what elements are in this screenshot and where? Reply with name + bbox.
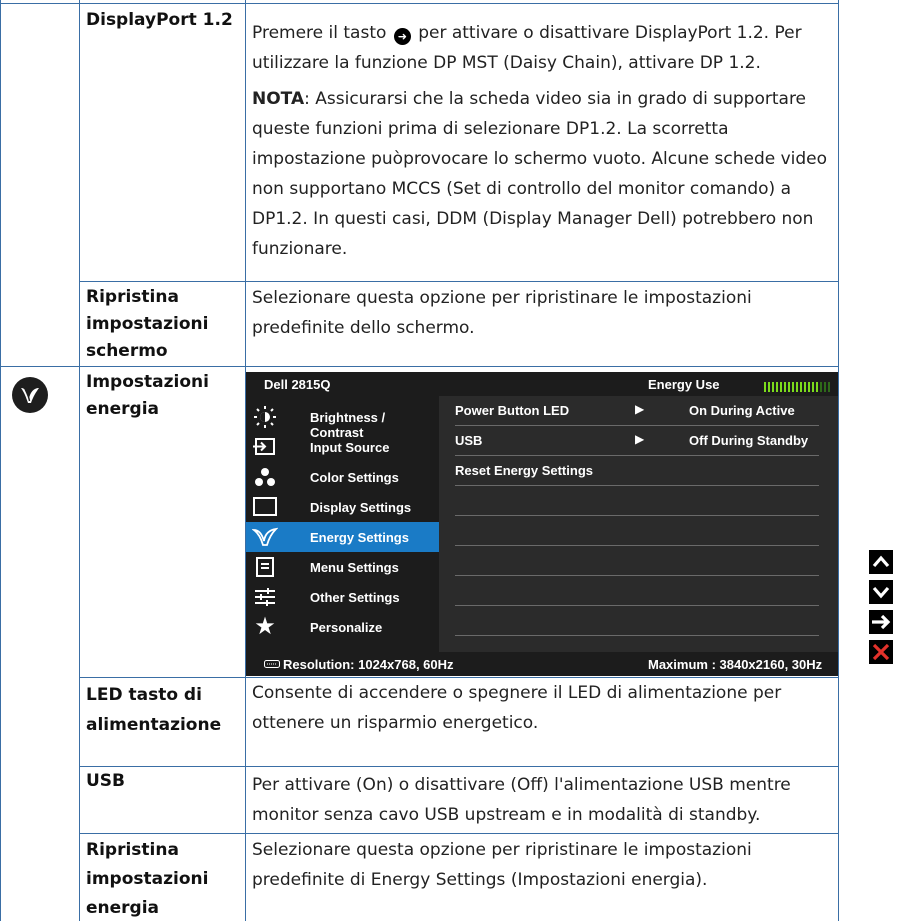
table-divider-icon-col [79,0,80,921]
row-line-2 [0,366,839,367]
input-source-icon [252,435,278,459]
energy-meter-segment [808,382,810,392]
reset-screen-description: Selezionare questa opzione per ripristin… [252,288,752,338]
menu-item-menu-settings[interactable]: Menu Settings [246,552,439,582]
menu-label: Menu Settings [310,560,399,575]
menu-label: Input Source [310,440,390,455]
energy-meter-segment [796,382,798,392]
reset-energy-label: Ripristina impostazioni energia [86,840,209,918]
energy-meter-segment [788,382,790,392]
brightness-icon [252,405,278,429]
osd-model: Dell 2815Q [264,377,331,392]
row-line-4 [79,766,839,767]
power-led-description: Consente di accendere o spegnere il LED … [252,683,782,733]
submenu-row-empty [455,546,819,576]
power-led-label: LED tasto di alimentazione [86,685,222,735]
row-line-1 [79,281,839,282]
close-icon[interactable] [869,640,893,664]
menu-item-brightness-contrast[interactable]: Brightness / Contrast [246,402,439,440]
energy-meter-segment [768,382,770,392]
submenu-row-empty [455,486,819,516]
right-arrow-button-icon: ➜ [393,28,411,45]
energy-meter-segment [820,382,822,392]
submenu-row-power-button-led[interactable]: Power Button LED ▶ On During Active [455,396,819,426]
submenu-row-empty [455,606,819,636]
energy-meter-segment [792,382,794,392]
osd-resolution: Resolution: 1024x768, 60Hz [264,657,454,672]
menu-item-energy-settings[interactable]: Energy Settings [246,522,439,552]
right-arrow-icon[interactable] [869,610,893,634]
energy-meter-segment [812,382,814,392]
osd-main-menu: Brightness / Contrast Input Source Color… [246,402,439,652]
energy-meter-segment [824,382,826,392]
energy-meter-segment [772,382,774,392]
submenu-row-empty [455,516,819,546]
menu-label: Energy Settings [310,530,409,545]
energy-label: Impostazioni energia [86,372,209,419]
triangle-right-icon: ▶ [635,432,645,446]
osd-maximum: Maximum : 3840x2160, 30Hz [648,657,823,672]
energy-meter-segment [776,382,778,392]
usb-label: USB [86,771,126,791]
energy-meter-segment [804,382,806,392]
row-line-0 [0,3,839,4]
menu-settings-icon [252,555,278,579]
menu-label: Display Settings [310,500,412,515]
energy-meter-segment [800,382,802,392]
menu-item-other-settings[interactable]: Other Settings [246,582,439,612]
usb-description: Per attivare (On) o disattivare (Off) l'… [252,775,791,825]
displayport-paragraph: Premere il tasto ➜ per attivare o disatt… [252,23,802,73]
energy-icon [12,377,48,413]
color-settings-icon [252,465,278,489]
energy-meter-segment [828,382,830,392]
menu-item-color-settings[interactable]: Color Settings [246,462,439,492]
menu-label: Personalize [310,620,383,635]
energy-use-meter [764,379,834,392]
osd-footer: Resolution: 1024x768, 60Hz Maximum : 384… [246,652,838,676]
menu-item-input-source[interactable]: Input Source [246,432,439,462]
up-arrow-icon[interactable] [869,550,893,574]
menu-label: Color Settings [310,470,399,485]
menu-item-display-settings[interactable]: Display Settings [246,492,439,522]
star-icon: ★ [254,613,276,640]
menu-item-personalize[interactable]: ★ Personalize [246,612,439,642]
other-settings-icon [252,585,278,609]
energy-icon [251,525,279,549]
submenu-row-usb[interactable]: USB ▶ Off During Standby [455,426,819,456]
energy-meter-segment [816,382,818,392]
connector-icon [264,660,280,668]
submenu-row-empty [455,576,819,606]
energy-meter-segment [784,382,786,392]
menu-label: Other Settings [310,590,400,605]
osd-submenu: Power Button LED ▶ On During Active USB … [439,396,838,652]
reset-screen-label: Ripristina impostazioni schermo [86,287,209,361]
energy-meter-segment [780,382,782,392]
displayport-note: NOTA: Assicurarsi che la scheda video si… [252,89,828,259]
reset-energy-description: Selezionare questa opzione per ripristin… [252,840,752,890]
triangle-right-icon: ▶ [635,402,645,416]
osd-energy-use-label: Energy Use [648,377,720,392]
table-border-left [0,0,1,921]
energy-meter-segment [764,382,766,392]
osd-screenshot: Dell 2815Q Energy Use Brightness / Contr… [246,372,838,676]
row-line-5 [79,833,839,834]
down-arrow-icon[interactable] [869,580,893,604]
submenu-row-reset-energy[interactable]: Reset Energy Settings [455,456,819,486]
display-settings-icon [252,495,278,519]
displayport-label: DisplayPort 1.2 [86,10,233,30]
table-border-right [838,0,839,921]
displayport-description: Premere il tasto ➜ per attivare o disatt… [252,18,830,264]
osd-header: Dell 2815Q Energy Use [246,372,838,396]
